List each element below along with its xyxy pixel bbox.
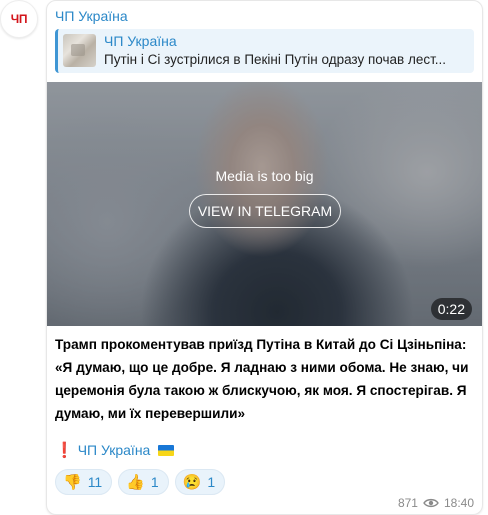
media-too-big-notice: Media is too big <box>215 168 314 184</box>
thumbs-down-icon: 👎 <box>63 473 82 491</box>
exclamation-icon: ❗ <box>55 442 74 459</box>
message-time: 18:40 <box>443 496 474 510</box>
message-meta: 871 18:40 <box>398 496 474 510</box>
channel-name[interactable]: ЧП Україна <box>55 8 128 24</box>
post-text: Трамп прокоментував приїзд Путіна в Кита… <box>55 333 475 425</box>
reaction-crying[interactable]: 😢 1 <box>174 469 226 495</box>
crying-face-icon: 😢 <box>182 473 202 491</box>
reaction-count: 11 <box>87 474 103 490</box>
view-count: 871 <box>397 496 418 510</box>
telegram-post: ЧП ЧП Україна ЧП Україна Путін і Сі зуст… <box>0 0 488 515</box>
channel-avatar[interactable]: ЧП <box>0 0 38 38</box>
reaction-thumbs-up[interactable]: 👍 1 <box>118 469 169 495</box>
ukraine-flag-icon <box>158 444 175 456</box>
avatar-label: ЧП <box>10 12 28 26</box>
reactions-bar: 👎 11 👍 1 😢 1 <box>55 469 226 495</box>
reaction-thumbs-down[interactable]: 👎 11 <box>55 469 113 495</box>
message-bubble: ЧП Україна ЧП Україна Путін і Сі зустріл… <box>46 0 483 515</box>
reply-author: ЧП Україна <box>104 33 177 49</box>
post-text-quote: «Я думаю, що це добре. Я ладнаю з ними о… <box>55 360 469 421</box>
reaction-count: 1 <box>150 474 159 490</box>
post-text-line: Трамп прокоментував приїзд Путіна в Кита… <box>55 337 467 352</box>
video-duration: 0:22 <box>430 298 472 320</box>
signature: ❗ ЧП Україна <box>55 441 175 459</box>
reply-preview[interactable]: ЧП Україна Путін і Сі зустрілися в Пекін… <box>55 29 474 73</box>
reaction-count: 1 <box>207 474 216 490</box>
signature-link[interactable]: ЧП Україна <box>78 442 151 458</box>
eye-icon <box>423 498 439 508</box>
thumbs-up-icon: 👍 <box>126 473 145 491</box>
reply-text: Путін і Сі зустрілися в Пекіні Путін одр… <box>104 52 447 67</box>
video-preview[interactable]: Media is too big VIEW IN TELEGRAM 0:22 <box>47 82 482 326</box>
reply-thumbnail <box>63 34 96 67</box>
view-in-telegram-button[interactable]: VIEW IN TELEGRAM <box>189 194 341 228</box>
